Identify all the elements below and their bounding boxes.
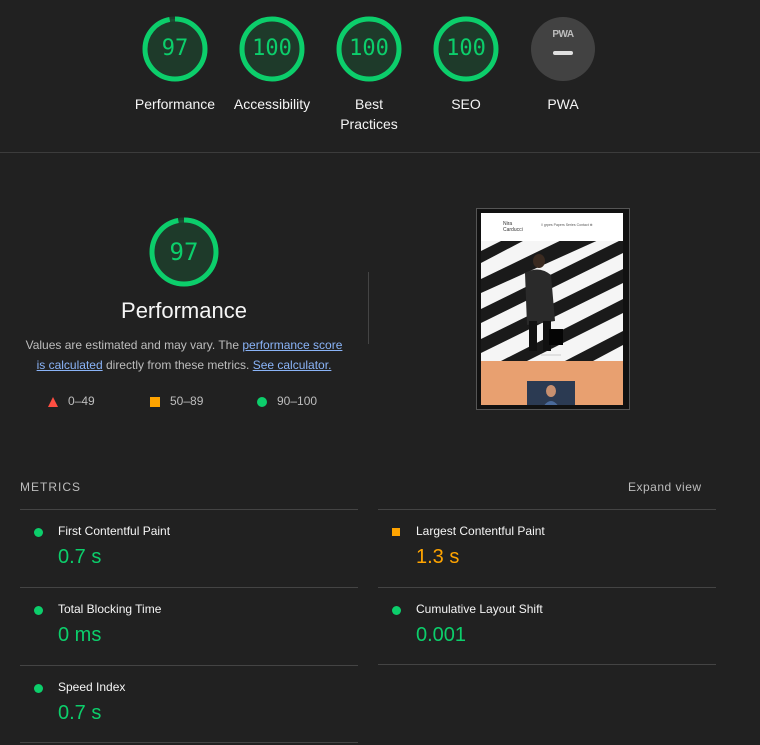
gauge-ring: 100 [336, 16, 402, 82]
screenshot-portrait [527, 381, 575, 405]
performance-title: Performance [121, 298, 247, 323]
metric-speed-index: Speed Index 0.7 s [20, 665, 358, 743]
final-screenshot[interactable]: Nira Carducci // grpes Papers Series Cont… [476, 208, 630, 410]
screenshot-hero-image [481, 241, 623, 361]
see-calculator-link[interactable]: See calculator. [253, 358, 332, 372]
metric-value: 0 ms [58, 624, 102, 646]
gauge-label: Best Practices [340, 96, 398, 132]
metric-value: 1.3 s [416, 546, 460, 568]
gauge-performance[interactable]: 97 Performance [125, 16, 225, 114]
metric-name: Total Blocking Time [58, 602, 162, 616]
gauge-best-practices[interactable]: 100 Best Practices [319, 16, 419, 134]
pwa-badge-text: PWA [552, 29, 574, 40]
metric-name: Largest Contentful Paint [416, 524, 545, 538]
average-square-icon [392, 528, 400, 536]
screenshot-section [481, 361, 623, 405]
gauge-score: 100 [446, 36, 486, 61]
performance-gauge-large: 97 [148, 216, 220, 288]
pass-circle-icon [34, 528, 43, 537]
metrics-heading: METRICS [20, 480, 81, 494]
expand-view-toggle[interactable]: Expand view [628, 480, 702, 494]
gauge-pwa[interactable]: PWA PWA [513, 16, 613, 114]
metric-name: Speed Index [58, 680, 126, 694]
performance-description: Values are estimated and may vary. The p… [20, 335, 348, 375]
legend-fail: 0–49 [48, 394, 95, 408]
legend-average-label: 50–89 [170, 394, 204, 408]
fail-triangle-icon [48, 396, 58, 407]
metric-name: Cumulative Layout Shift [416, 602, 543, 616]
metric-total-blocking-time: Total Blocking Time 0 ms [20, 587, 358, 665]
screenshot-nav: // grpes Papers Series Contact ⊕ [541, 223, 593, 227]
desc-prefix: Values are estimated and may vary. The [25, 338, 243, 352]
metric-value: 0.7 s [58, 546, 102, 568]
screenshot-page: Nira Carducci // grpes Papers Series Cont… [481, 213, 623, 405]
legend-pass: 90–100 [257, 394, 317, 408]
gauge-label: PWA [547, 96, 579, 112]
gauge-label: SEO [451, 96, 481, 112]
metric-name: First Contentful Paint [58, 524, 171, 538]
metric-cumulative-layout-shift: Cumulative Layout Shift 0.001 [378, 587, 716, 665]
metric-value: 0.7 s [58, 702, 102, 724]
gauge-ring: 100 [433, 16, 499, 82]
legend-fail-label: 0–49 [68, 394, 95, 408]
pass-circle-icon [34, 606, 43, 615]
screenshot-header: Nira Carducci // grpes Papers Series Cont… [481, 213, 623, 241]
screenshot-site-name: Nira Carducci [503, 221, 523, 233]
performance-score: 97 [169, 238, 199, 266]
pass-circle-icon [257, 396, 267, 407]
gauge-ring: 97 [142, 16, 208, 82]
pass-circle-icon [34, 684, 43, 693]
pass-circle-icon [392, 606, 401, 615]
metric-value: 0.001 [416, 624, 467, 646]
metric-first-contentful-paint: First Contentful Paint 0.7 s [20, 509, 358, 587]
category-gauges: 97 Performance 100 Accessibility 100 Bes… [0, 0, 760, 152]
legend-pass-label: 90–100 [277, 394, 318, 408]
vertical-separator [368, 272, 369, 344]
gauge-seo[interactable]: 100 SEO [416, 16, 516, 114]
metric-divider [20, 742, 358, 743]
gauge-score: 100 [252, 36, 292, 61]
pwa-badge-icon: PWA [531, 17, 595, 81]
gauge-score: 100 [349, 36, 389, 61]
gauge-accessibility[interactable]: 100 Accessibility [222, 16, 322, 114]
legend-average: 50–89 [150, 394, 203, 408]
pwa-dash-icon [553, 51, 573, 55]
section-divider [0, 152, 760, 153]
gauge-ring: 100 [239, 16, 305, 82]
gauge-label: Performance [134, 96, 216, 112]
metric-divider [378, 664, 716, 665]
metric-largest-contentful-paint: Largest Contentful Paint 1.3 s [378, 509, 716, 587]
average-square-icon [150, 396, 160, 407]
gauge-label: Accessibility [233, 96, 311, 112]
desc-middle: directly from these metrics. [102, 358, 253, 372]
gauge-score: 97 [161, 36, 189, 61]
